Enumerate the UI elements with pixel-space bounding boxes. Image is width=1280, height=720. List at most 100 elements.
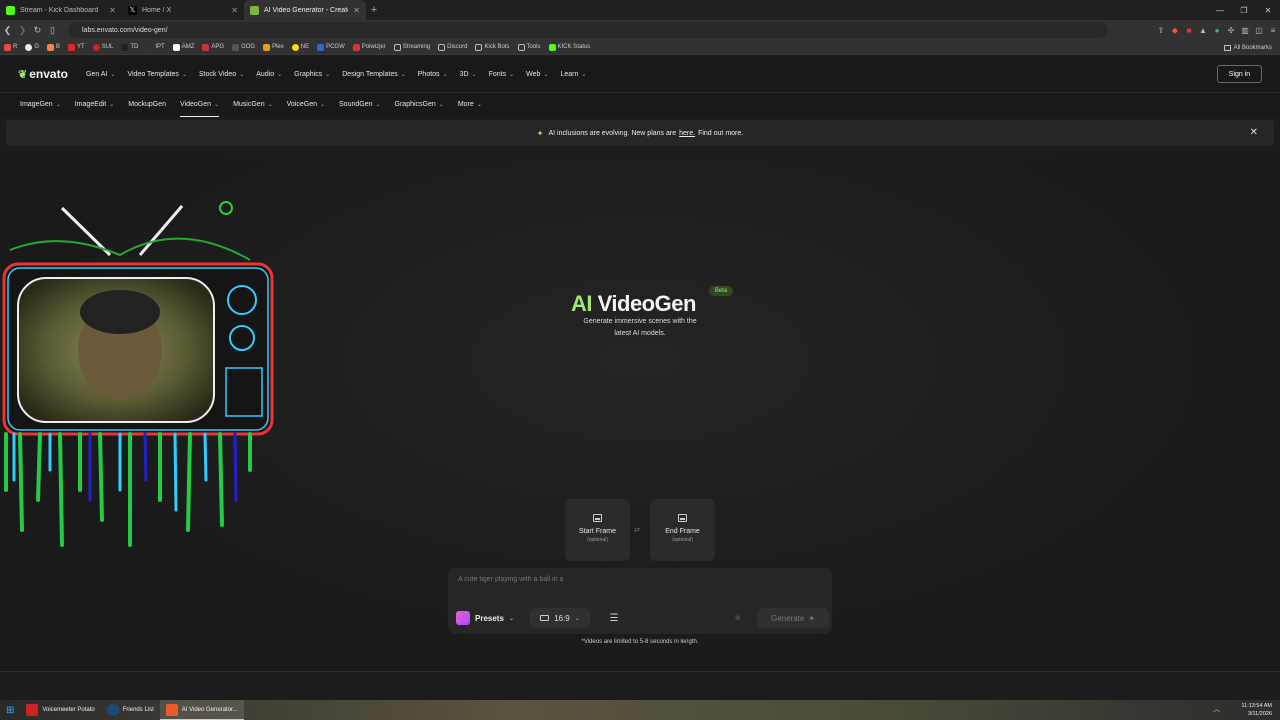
prompt-box: A cute tiger playing with a ball in a Pr…: [448, 568, 832, 634]
chevron-down-icon: ⌄: [109, 102, 115, 108]
taskbar-item-friends[interactable]: Friends List: [101, 700, 160, 720]
taskbar-item-browser[interactable]: AI Video Generator...: [159, 700, 244, 720]
subnav-videogen[interactable]: VideoGen ⌄: [180, 93, 220, 117]
chevron-down-icon: ⌄: [574, 615, 580, 622]
back-icon[interactable]: ❮: [0, 20, 15, 40]
aspect-ratio-select[interactable]: 16:9 ⌄: [530, 608, 590, 628]
bookmark-item[interactable]: YT: [68, 43, 85, 51]
extension-icon[interactable]: ■: [1182, 23, 1196, 37]
close-banner-icon[interactable]: ✕: [1250, 127, 1258, 138]
steam-icon: [106, 704, 119, 716]
bookmark-item[interactable]: PCGW: [317, 43, 345, 51]
extension-icon[interactable]: ▲: [1196, 23, 1210, 37]
bookmark-item[interactable]: SUL: [92, 43, 113, 51]
bookmark-item[interactable]: Plex: [263, 43, 284, 51]
bookmark-item[interactable]: AMZ: [172, 43, 194, 51]
announcement-banner: ✦ AI inclusions are evolving. New plans …: [6, 120, 1274, 146]
bookmark-item[interactable]: GOG: [232, 43, 255, 51]
prompt-input[interactable]: A cute tiger playing with a ball in a: [458, 576, 758, 583]
wallet-icon[interactable]: ◫: [1252, 23, 1266, 37]
bookmark-item[interactable]: KICK Status: [548, 43, 590, 51]
nav-photos[interactable]: Photos ⌄: [418, 71, 448, 78]
sidebar-icon[interactable]: ▥: [1238, 23, 1252, 37]
subnav-soundgen[interactable]: SoundGen ⌄: [339, 93, 381, 117]
bookmark-item[interactable]: Polwizjer: [352, 43, 386, 51]
chevron-down-icon: ⌄: [442, 71, 448, 78]
close-tab-icon[interactable]: ✕: [353, 6, 360, 15]
nav-gen-ai[interactable]: Gen AI ⌄: [86, 71, 115, 78]
menu-icon[interactable]: ≡: [1266, 23, 1280, 37]
browser-tab[interactable]: Stream - Kick Dashboard ✕: [0, 0, 122, 20]
nav-video-templates[interactable]: Video Templates ⌄: [127, 71, 187, 78]
browser-tab-active[interactable]: AI Video Generator - Create Vid... ✕: [244, 0, 366, 20]
all-bookmarks-button[interactable]: All Bookmarks: [1223, 40, 1272, 55]
nav-fonts[interactable]: Fonts ⌄: [489, 71, 515, 78]
bookmark-item[interactable]: G: [25, 43, 39, 51]
system-tray[interactable]: ︿: [1213, 704, 1220, 714]
nav-learn[interactable]: Learn ⌄: [560, 71, 586, 78]
nav-3d[interactable]: 3D ⌄: [460, 71, 477, 78]
start-frame-upload[interactable]: Start Frame (optional): [565, 499, 630, 561]
nav-graphics[interactable]: Graphics ⌄: [294, 71, 330, 78]
minimize-icon[interactable]: —: [1208, 0, 1232, 20]
subnav-graphicsgen[interactable]: GraphicsGen ⌄: [395, 93, 444, 117]
bookmark-item[interactable]: B: [47, 43, 60, 51]
envato-logo[interactable]: ❦ envato: [18, 67, 84, 81]
start-button[interactable]: ⊞: [0, 700, 20, 720]
banner-plans-link[interactable]: here.: [679, 130, 695, 137]
subnav-mockupgen[interactable]: MockupGen: [128, 93, 166, 117]
taskbar-item-voicemeeter[interactable]: Voicemeeter Potato: [20, 700, 100, 720]
close-window-icon[interactable]: ✕: [1256, 0, 1280, 20]
bookmark-folder[interactable]: Discord: [438, 43, 467, 51]
forward-icon[interactable]: ❯: [15, 20, 30, 40]
nav-audio[interactable]: Audio ⌄: [256, 71, 282, 78]
new-tab-button[interactable]: +: [366, 0, 382, 20]
subnav-voicegen[interactable]: VoiceGen ⌄: [287, 93, 325, 117]
clock[interactable]: 11:13:54 AM 3/11/2026: [1242, 702, 1272, 718]
subnav-musicgen[interactable]: MusicGen ⌄: [233, 93, 273, 117]
subnav-imagegen[interactable]: ImageGen ⌄: [20, 93, 61, 117]
os-taskbar: ⊞ Voicemeeter Potato Friends List AI Vid…: [0, 700, 1280, 720]
swap-arrows-icon[interactable]: ⇄: [634, 526, 640, 534]
bookmark-folder[interactable]: Tools: [517, 43, 541, 51]
bookmark-icon[interactable]: ▯: [45, 20, 60, 40]
tab-title: Home / X: [142, 6, 172, 14]
browser-tab[interactable]: 𝕏 Home / X ✕: [122, 0, 244, 20]
share-icon[interactable]: ⇪: [1154, 23, 1168, 37]
brave-icon: [165, 703, 178, 716]
sparkle-icon: ✦: [536, 128, 544, 138]
close-tab-icon[interactable]: ✕: [109, 6, 116, 15]
settings-sliders-icon[interactable]: ☰: [606, 610, 622, 626]
bookmark-folder[interactable]: Kick Bots: [475, 43, 510, 51]
end-frame-upload[interactable]: End Frame (optional): [650, 499, 715, 561]
presets-icon: [456, 611, 470, 625]
url-input[interactable]: labs.envato.com/video-gen/: [68, 22, 1108, 38]
extension-icon[interactable]: ●: [1210, 23, 1224, 37]
generate-button[interactable]: Generate ✦: [757, 608, 829, 628]
bookmark-item[interactable]: APG: [202, 43, 224, 51]
presets-button[interactable]: Presets ⌄: [452, 608, 524, 628]
bookmark-item[interactable]: IPT: [146, 43, 165, 51]
close-tab-icon[interactable]: ✕: [231, 6, 238, 15]
bookmark-item[interactable]: R: [4, 43, 17, 51]
reload-icon[interactable]: ↻: [30, 20, 45, 40]
tab-title: Stream - Kick Dashboard: [20, 6, 99, 14]
nav-stock-video[interactable]: Stock Video ⌄: [199, 71, 244, 78]
banner-find-out-more-link[interactable]: Find out more.: [698, 130, 743, 137]
nav-web[interactable]: Web ⌄: [526, 71, 548, 78]
generate-label: Generate: [770, 613, 805, 623]
bookmark-folder[interactable]: Streaming: [393, 43, 430, 51]
bookmark-item[interactable]: NE: [291, 43, 309, 51]
leaf-icon: ❦: [18, 68, 28, 81]
chevron-down-icon: ⌄: [55, 102, 61, 108]
bookmark-item[interactable]: TD: [121, 43, 138, 51]
windows-icon: ⊞: [6, 704, 15, 716]
brave-shield-icon[interactable]: ◆: [1168, 23, 1182, 37]
magic-wand-icon[interactable]: ✧: [734, 610, 748, 626]
maximize-icon[interactable]: ❐: [1232, 0, 1256, 20]
sign-in-button[interactable]: Sign in: [1217, 65, 1262, 83]
puzzle-icon[interactable]: ✣: [1224, 23, 1238, 37]
subnav-more[interactable]: More ⌄: [458, 93, 482, 117]
subnav-imageedit[interactable]: ImageEdit ⌄: [75, 93, 115, 117]
nav-design-templates[interactable]: Design Templates ⌄: [342, 71, 406, 78]
